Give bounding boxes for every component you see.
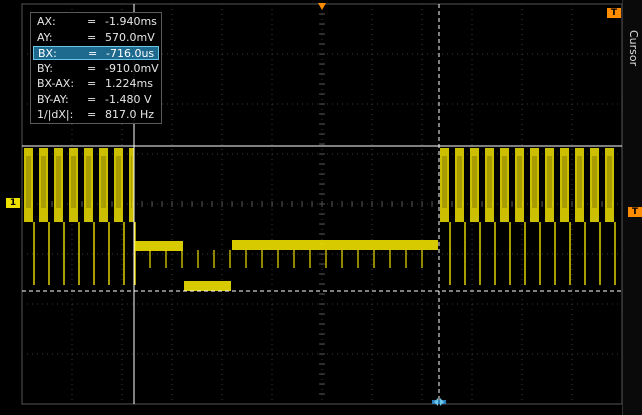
readout-value: 1.224ms <box>105 77 153 90</box>
waveform-burst-shade <box>562 156 567 208</box>
readout-label: BY-AY: <box>37 92 69 106</box>
waveform-burst-shade <box>472 156 477 208</box>
readout-label: BX: <box>38 47 57 60</box>
readout-equals: = <box>87 108 97 121</box>
top-right-trigger-marker[interactable]: T <box>607 8 621 18</box>
readout-row-bxax: BX-AX: = 1.224ms <box>33 77 159 91</box>
waveform-level-segment <box>135 241 183 251</box>
waveform-burst-shade <box>577 156 582 208</box>
waveform-burst-shade <box>487 156 492 208</box>
readout-row-by: BY: = -910.0mV <box>33 62 159 76</box>
trigger-position-marker-top <box>318 3 326 10</box>
readout-row-ay: AY: = 570.0mV <box>33 31 159 45</box>
waveform-burst-shade <box>116 156 121 208</box>
readout-row-1dx: 1/|dX|: = 817.0 Hz <box>33 108 159 122</box>
waveform-burst-shade <box>457 156 462 208</box>
readout-equals: = <box>88 47 98 60</box>
waveform-burst-shade <box>41 156 46 208</box>
readout-label: AY: <box>37 30 53 44</box>
readout-row-bx: BX: = -716.0us <box>33 46 159 60</box>
waveform-burst-shade <box>56 156 61 208</box>
readout-label: BX-AX: <box>37 77 75 90</box>
waveform-burst-shade <box>71 156 76 208</box>
readout-equals: = <box>87 30 97 44</box>
cursor-panel-title: Cursor <box>627 30 640 67</box>
oscilloscope-display: AX: = -1.940ms AY: = 570.0mV BX: = -716.0us BY: = -… <box>0 0 642 415</box>
waveform-burst-shade <box>547 156 552 208</box>
waveform-burst-shade <box>26 156 31 208</box>
readout-equals: = <box>87 92 97 106</box>
readout-value: -716.0us <box>106 47 155 60</box>
waveform-burst-shade <box>607 156 612 208</box>
waveform-burst-shade <box>502 156 507 208</box>
readout-equals: = <box>87 61 97 75</box>
readout-value: 570.0mV <box>105 30 155 44</box>
waveform-burst-shade <box>517 156 522 208</box>
readout-label: AX: <box>37 15 56 28</box>
waveform-burst-shade <box>86 156 91 208</box>
waveform-burst-shade <box>101 156 106 208</box>
readout-value: -1.480 V <box>105 92 152 106</box>
readout-equals: = <box>87 77 97 90</box>
waveform-burst-shade <box>592 156 597 208</box>
waveform-level-segment <box>184 281 231 291</box>
readout-row-ax: AX: = -1.940ms <box>33 15 159 29</box>
waveform-burst-shade <box>131 156 132 208</box>
trigger-level-marker[interactable]: T <box>628 207 642 217</box>
readout-row-byay: BY-AY: = -1.480 V <box>33 93 159 107</box>
readout-equals: = <box>87 15 97 28</box>
waveform-burst-shade <box>532 156 537 208</box>
readout-value: -1.940ms <box>105 15 157 28</box>
cursor-readout-panel: AX: = -1.940ms AY: = 570.0mV BX: = -716.0us BY: = -… <box>30 12 162 124</box>
readout-value: 817.0 Hz <box>105 108 155 121</box>
waveform-burst-shade <box>442 156 447 208</box>
waveform-level-segment <box>232 240 438 250</box>
channel-1-marker[interactable]: 1 <box>6 198 20 208</box>
readout-label: BY: <box>37 61 53 75</box>
readout-value: -910.0mV <box>105 61 159 75</box>
readout-label: 1/|dX|: <box>37 108 74 121</box>
